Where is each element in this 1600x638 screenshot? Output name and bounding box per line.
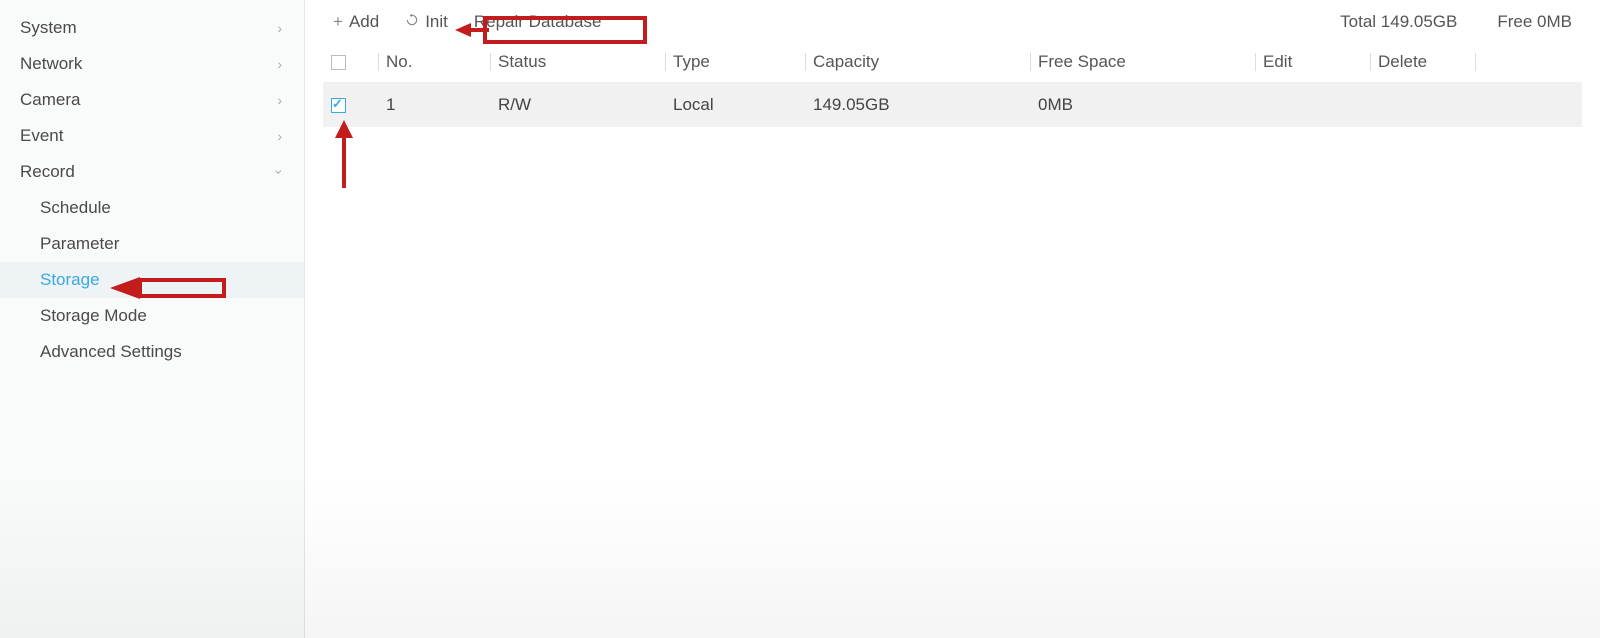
chevron-right-icon: › — [277, 20, 282, 36]
main-content: + Add Init Repair Database Total 149.05G… — [305, 0, 1600, 638]
header-capacity: Capacity — [805, 42, 1030, 83]
sidebar-item-system[interactable]: System › — [0, 10, 304, 46]
table-row[interactable]: 1 R/W Local 149.05GB 0MB — [323, 83, 1582, 128]
header-type: Type — [665, 42, 805, 83]
header-edit: Edit — [1255, 42, 1370, 83]
sidebar-item-label: Schedule — [40, 198, 111, 217]
storage-table-wrap: No. Status Type Capacity Free Space Edit… — [305, 42, 1600, 127]
repair-database-label: Repair Database — [474, 12, 602, 32]
sidebar-item-camera[interactable]: Camera › — [0, 82, 304, 118]
init-button-label: Init — [425, 12, 448, 32]
chevron-right-icon: › — [277, 128, 282, 144]
sidebar-subitem-storage-mode[interactable]: Storage Mode — [0, 298, 304, 334]
cell-no: 1 — [378, 83, 490, 128]
row-checkbox[interactable] — [331, 98, 346, 113]
header-no: No. — [378, 42, 490, 83]
add-button-label: Add — [349, 12, 379, 32]
sidebar-item-label: Advanced Settings — [40, 342, 182, 361]
add-button[interactable]: + Add — [323, 8, 389, 36]
sidebar: System › Network › Camera › Event › Reco… — [0, 0, 305, 638]
cell-edit[interactable] — [1255, 83, 1370, 128]
sidebar-item-label: Camera — [20, 90, 80, 110]
toolbar: + Add Init Repair Database Total 149.05G… — [305, 0, 1600, 42]
select-all-checkbox[interactable] — [331, 55, 346, 70]
sidebar-subitem-schedule[interactable]: Schedule — [0, 190, 304, 226]
repair-database-button[interactable]: Repair Database — [464, 8, 612, 36]
storage-table: No. Status Type Capacity Free Space Edit… — [323, 42, 1582, 127]
sidebar-item-label: Record — [20, 162, 75, 182]
sidebar-item-label: Storage Mode — [40, 306, 147, 325]
sidebar-item-label: Parameter — [40, 234, 119, 253]
sidebar-subitem-advanced-settings[interactable]: Advanced Settings — [0, 334, 304, 370]
cell-delete[interactable] — [1370, 83, 1475, 128]
cell-capacity: 149.05GB — [805, 83, 1030, 128]
header-status: Status — [490, 42, 665, 83]
sidebar-item-record[interactable]: Record › — [0, 154, 304, 190]
header-tail — [1475, 42, 1582, 83]
refresh-icon — [405, 12, 419, 32]
header-checkbox-cell — [323, 42, 378, 83]
chevron-right-icon: › — [277, 56, 282, 72]
sidebar-subitem-parameter[interactable]: Parameter — [0, 226, 304, 262]
cell-type: Local — [665, 83, 805, 128]
sidebar-item-event[interactable]: Event › — [0, 118, 304, 154]
sidebar-item-label: Storage — [40, 270, 100, 289]
header-delete: Delete — [1370, 42, 1475, 83]
header-free-space: Free Space — [1030, 42, 1255, 83]
total-label: Total 149.05GB — [1340, 12, 1457, 32]
cell-free-space: 0MB — [1030, 83, 1255, 128]
chevron-right-icon: › — [277, 92, 282, 108]
plus-icon: + — [333, 12, 343, 32]
chevron-down-icon: › — [272, 170, 288, 175]
sidebar-item-label: System — [20, 18, 77, 38]
sidebar-item-label: Network — [20, 54, 82, 74]
init-button[interactable]: Init — [395, 8, 458, 36]
free-label: Free 0MB — [1497, 12, 1572, 32]
sidebar-item-label: Event — [20, 126, 63, 146]
sidebar-subitem-storage[interactable]: Storage — [0, 262, 304, 298]
cell-status: R/W — [490, 83, 665, 128]
sidebar-item-network[interactable]: Network › — [0, 46, 304, 82]
storage-summary: Total 149.05GB Free 0MB — [1340, 12, 1582, 32]
